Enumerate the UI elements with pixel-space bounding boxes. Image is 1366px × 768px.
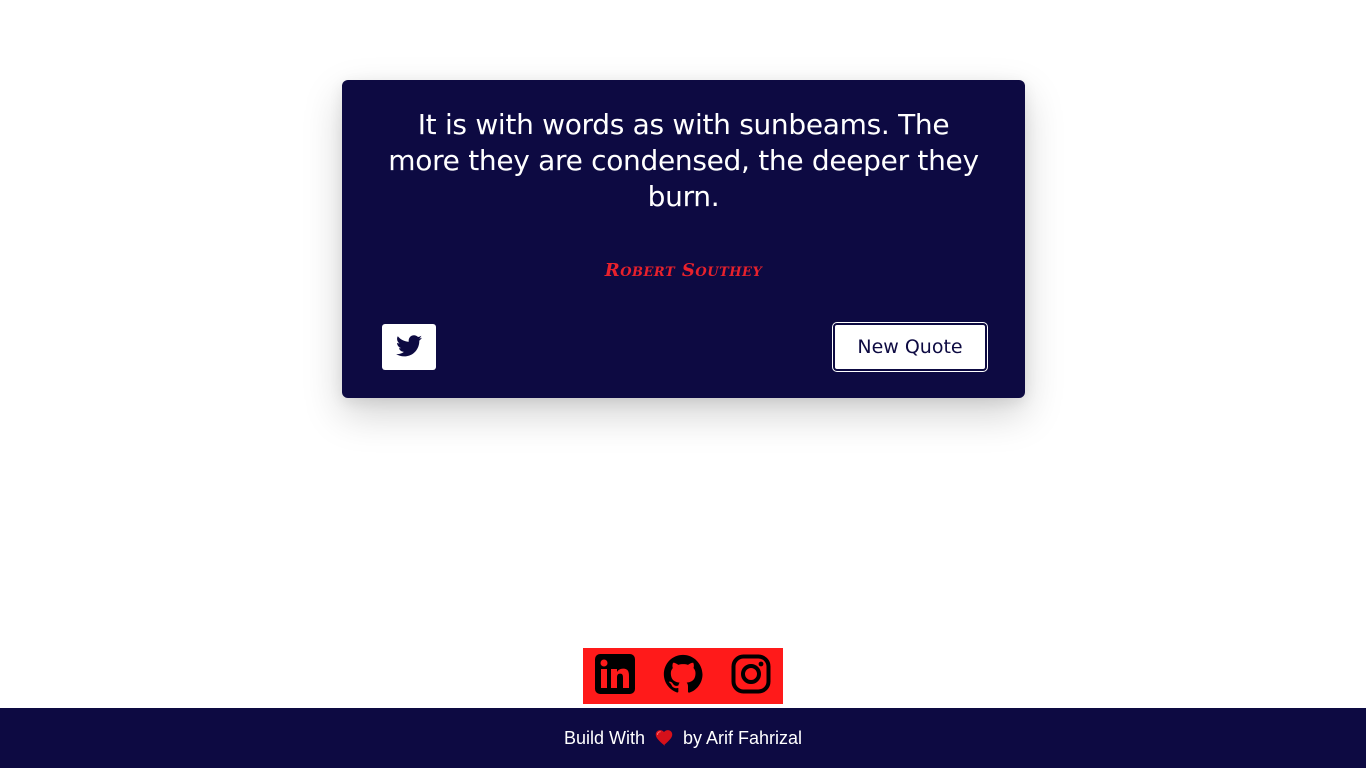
twitter-icon	[396, 334, 422, 360]
new-quote-button[interactable]: New Quote	[833, 323, 987, 371]
heart-icon	[655, 730, 673, 746]
social-links	[583, 648, 783, 704]
instagram-link[interactable]	[731, 654, 771, 698]
footer: Build With by Arif Fahrizal	[0, 708, 1366, 768]
instagram-icon	[731, 654, 771, 698]
quote-text: It is with words as with sunbeams. The m…	[388, 108, 979, 213]
quote-author: Robert Southey	[604, 260, 763, 281]
tweet-button[interactable]	[382, 324, 436, 370]
quote-card: It is with words as with sunbeams. The m…	[342, 80, 1025, 398]
github-link[interactable]	[663, 654, 703, 698]
footer-suffix: by Arif Fahrizal	[682, 727, 803, 748]
page: It is with words as with sunbeams. The m…	[0, 0, 1366, 768]
linkedin-link[interactable]	[595, 654, 635, 698]
github-icon	[663, 654, 703, 698]
linkedin-icon	[595, 654, 635, 698]
footer-prefix: Build With	[563, 727, 645, 748]
